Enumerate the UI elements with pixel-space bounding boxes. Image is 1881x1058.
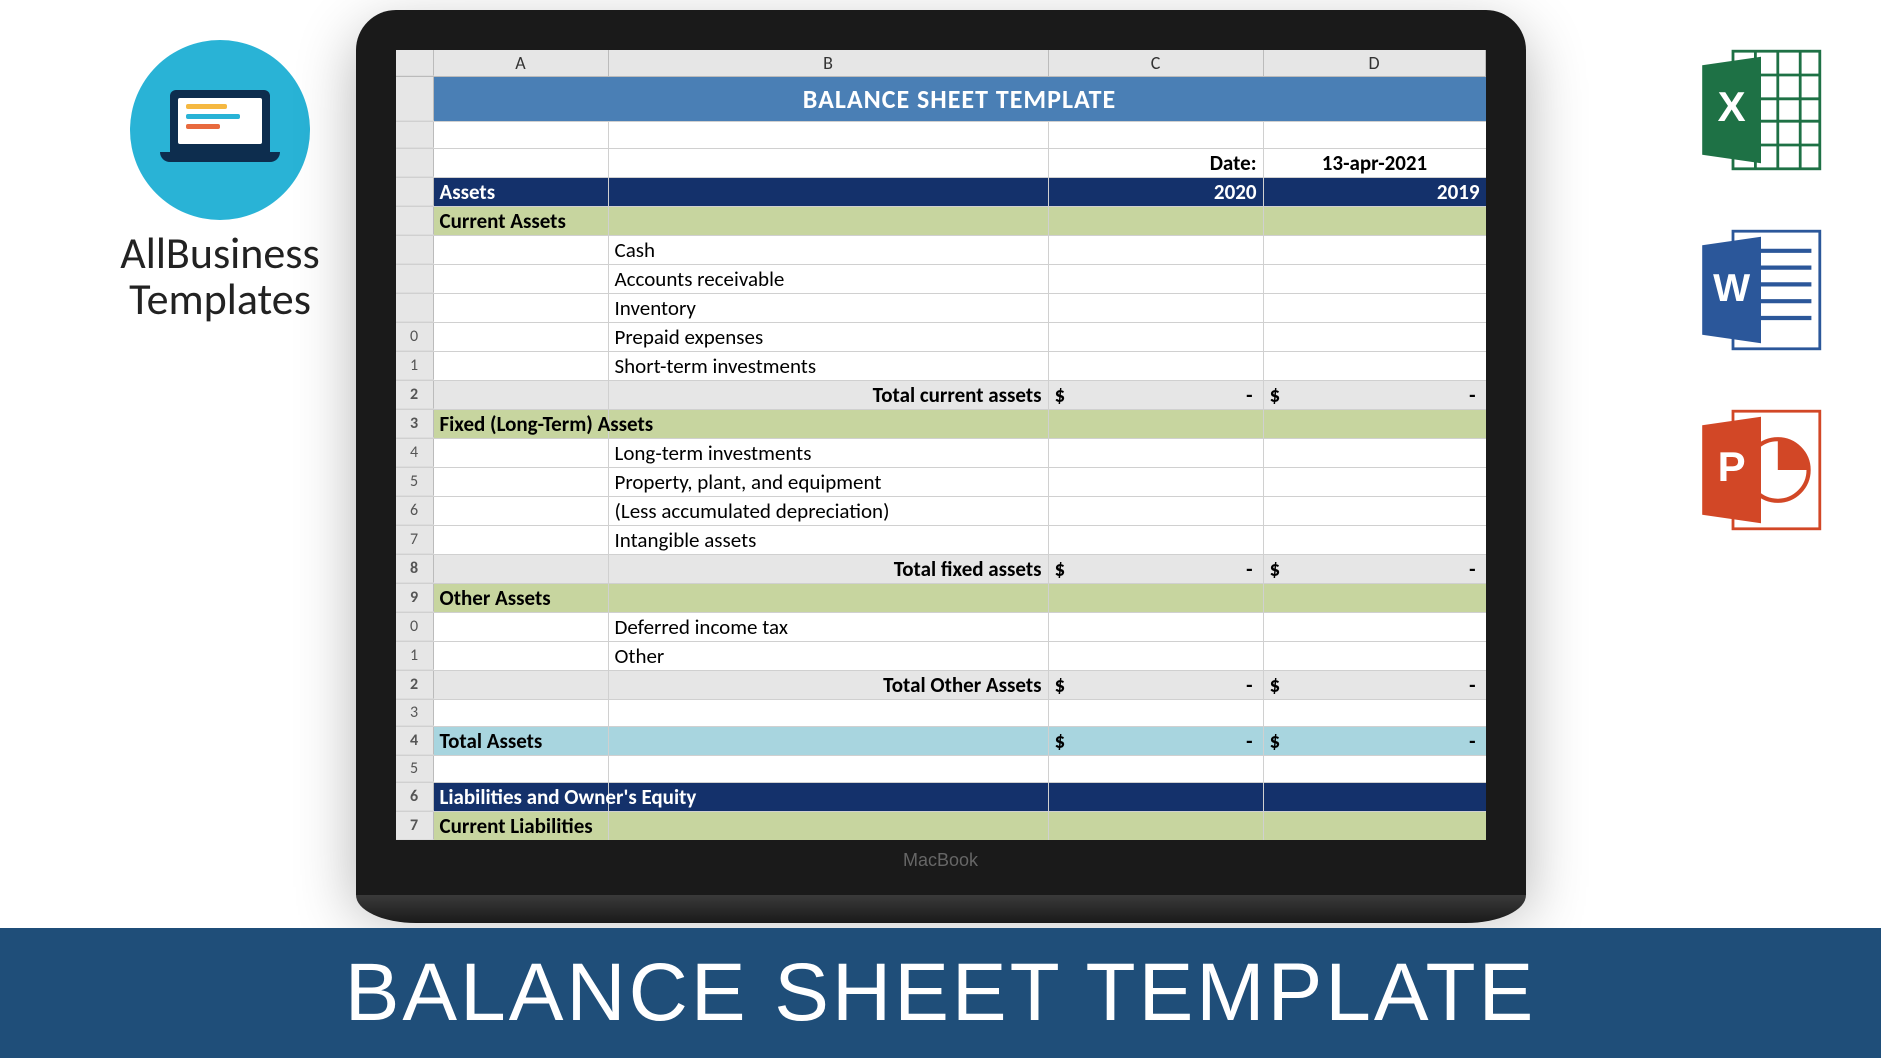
column-headers: A B C D	[396, 50, 1486, 77]
svg-text:W: W	[1713, 267, 1750, 310]
col-B[interactable]: B	[609, 50, 1049, 76]
row-inventory: Inventory	[396, 294, 1486, 323]
logo-circle-icon	[130, 40, 310, 220]
laptop-icon	[160, 90, 280, 170]
brand-name: AllBusiness Templates	[60, 230, 380, 322]
blank-row: 5	[396, 756, 1486, 783]
svg-text:X: X	[1718, 83, 1746, 130]
row-total-assets: 4Total Assets$-$-	[396, 727, 1486, 756]
excel-icon: X	[1691, 40, 1831, 180]
row-total-current: 2Total current assets$-$-	[396, 381, 1486, 410]
current-liabilities-header: 7Current Liabilities	[396, 812, 1486, 840]
powerpoint-icon: P	[1691, 400, 1831, 540]
year-2019: 2019	[1264, 178, 1486, 206]
row-cash: Cash	[396, 236, 1486, 265]
macbook-label: MacBook	[396, 840, 1486, 875]
sheet-title: BALANCE SHEET TEMPLATE	[434, 77, 1486, 121]
assets-section-header: Assets 2020 2019	[396, 178, 1486, 207]
row-sti: 1Short-term investments	[396, 352, 1486, 381]
date-row: Date: 13-apr-2021	[396, 149, 1486, 178]
row-depreciation: 6(Less accumulated depreciation)	[396, 497, 1486, 526]
row-ar: Accounts receivable	[396, 265, 1486, 294]
banner-text: BALANCE SHEET TEMPLATE	[345, 946, 1537, 1040]
brand-logo: AllBusiness Templates	[60, 40, 380, 322]
fixed-assets-header: 3Fixed (Long-Term) Assets	[396, 410, 1486, 439]
blank-row	[396, 122, 1486, 149]
page-banner: BALANCE SHEET TEMPLATE	[0, 928, 1881, 1058]
other-assets-header: 9Other Assets	[396, 584, 1486, 613]
row-ppe: 5Property, plant, and equipment	[396, 468, 1486, 497]
laptop-mockup: A B C D BALANCE SHEET TEMPLATE Date: 13-…	[356, 10, 1526, 923]
spreadsheet-screenshot: A B C D BALANCE SHEET TEMPLATE Date: 13-…	[396, 50, 1486, 840]
liabilities-section-header: 6Liabilities and Owner's Equity	[396, 783, 1486, 812]
col-A[interactable]: A	[434, 50, 609, 76]
col-D[interactable]: D	[1264, 50, 1486, 76]
current-assets-header: Current Assets	[396, 207, 1486, 236]
row-total-fixed: 8Total fixed assets$-$-	[396, 555, 1486, 584]
row-other: 1Other	[396, 642, 1486, 671]
blank-row: 3	[396, 700, 1486, 727]
row-lti: 4Long-term investments	[396, 439, 1486, 468]
row-total-other: 2Total Other Assets$-$-	[396, 671, 1486, 700]
title-row: BALANCE SHEET TEMPLATE	[396, 77, 1486, 122]
word-icon: W	[1691, 220, 1831, 360]
col-C[interactable]: C	[1049, 50, 1264, 76]
year-2020: 2020	[1049, 178, 1264, 206]
date-label: Date:	[1049, 149, 1264, 177]
row-dit: 0Deferred income tax	[396, 613, 1486, 642]
date-value[interactable]: 13-apr-2021	[1264, 149, 1486, 177]
file-type-icons: X W P	[1681, 40, 1841, 540]
svg-text:P: P	[1718, 443, 1746, 490]
row-prepaid: 0Prepaid expenses	[396, 323, 1486, 352]
row-intangible: 7Intangible assets	[396, 526, 1486, 555]
